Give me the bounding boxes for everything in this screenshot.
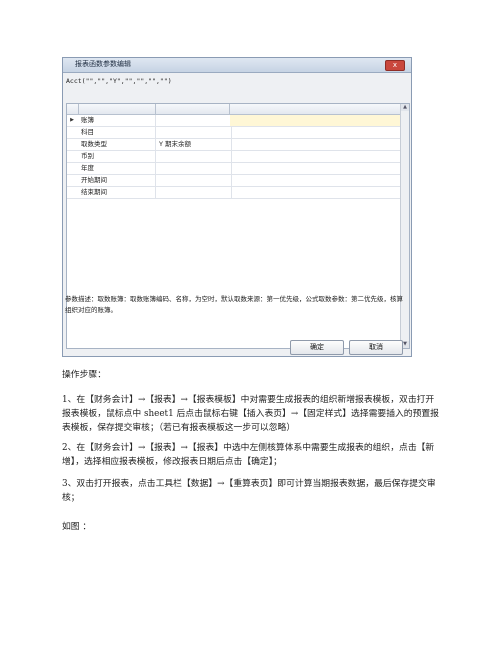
param-extra	[230, 115, 401, 126]
param-name: 开始期间	[79, 175, 156, 186]
grid-row-subject[interactable]: 科目	[67, 127, 401, 139]
param-name: 取数类型	[79, 139, 156, 150]
grid-row-year[interactable]: 年度	[67, 163, 401, 175]
row-marker	[67, 163, 77, 174]
param-extra	[230, 163, 401, 174]
param-value[interactable]	[156, 115, 232, 126]
param-value[interactable]	[156, 163, 232, 174]
step-3: 3、双击打开报表，点击工具栏【数据】→【重算表页】即可计算当期报表数据，最后保存…	[62, 479, 436, 503]
dialog-titlebar: 报表函数参数编辑 x	[63, 58, 411, 73]
row-marker	[67, 139, 77, 150]
param-extra	[230, 127, 401, 138]
grid-header	[67, 104, 401, 115]
close-button[interactable]: x	[385, 60, 405, 71]
param-name: 账簿	[79, 115, 156, 126]
param-name: 科目	[79, 127, 156, 138]
ok-button[interactable]: 确定	[290, 340, 344, 355]
scroll-up-icon[interactable]: ▲	[401, 104, 409, 111]
param-name: 结束期间	[79, 187, 156, 198]
param-value[interactable]	[156, 175, 232, 186]
row-marker	[67, 127, 77, 138]
function-params-dialog: 报表函数参数编辑 x Acct("","","Y","","","","") ▶…	[62, 57, 412, 357]
grid-row-currency[interactable]: 币别	[67, 151, 401, 163]
steps-heading: 操作步骤：	[62, 370, 106, 380]
param-extra	[230, 151, 401, 162]
current-row-marker-icon: ▶	[70, 117, 74, 123]
param-value[interactable]	[156, 127, 232, 138]
param-value[interactable]: Y 期末余额	[156, 139, 232, 150]
step-1: 1、在【财务会计】→【报表】→【报表模板】中对需要生成报表的组织新增报表模板，双…	[62, 395, 439, 433]
grid-row-end-period[interactable]: 结束期间	[67, 187, 401, 199]
step-2: 2、在【财务会计】→【报表】→【报表】中选中左侧核算体系中需要生成报表的组织，点…	[62, 443, 435, 467]
param-extra	[230, 175, 401, 186]
param-name: 币别	[79, 151, 156, 162]
param-extra	[230, 187, 401, 198]
cancel-button[interactable]: 取消	[349, 340, 403, 355]
row-marker	[67, 175, 77, 186]
grid-row-fetch-type[interactable]: 取数类型 Y 期末余额	[67, 139, 401, 151]
grid-row-account-book[interactable]: ▶ 账簿	[67, 115, 401, 127]
param-value[interactable]	[156, 151, 232, 162]
grid-row-start-period[interactable]: 开始期间	[67, 175, 401, 187]
param-name: 年度	[79, 163, 156, 174]
dialog-title: 报表函数参数编辑	[75, 60, 131, 68]
formula-text: Acct("","","Y","","","","")	[66, 77, 172, 85]
row-marker	[67, 187, 77, 198]
figure-caption: 如图 ：	[62, 522, 92, 532]
param-description: 参数描述：取数账簿：取数账簿编码、名称，为空时，默认取数来源：第一优先级，公式取…	[65, 295, 403, 314]
param-extra	[230, 139, 401, 150]
param-value[interactable]	[156, 187, 232, 198]
row-marker	[67, 151, 77, 162]
